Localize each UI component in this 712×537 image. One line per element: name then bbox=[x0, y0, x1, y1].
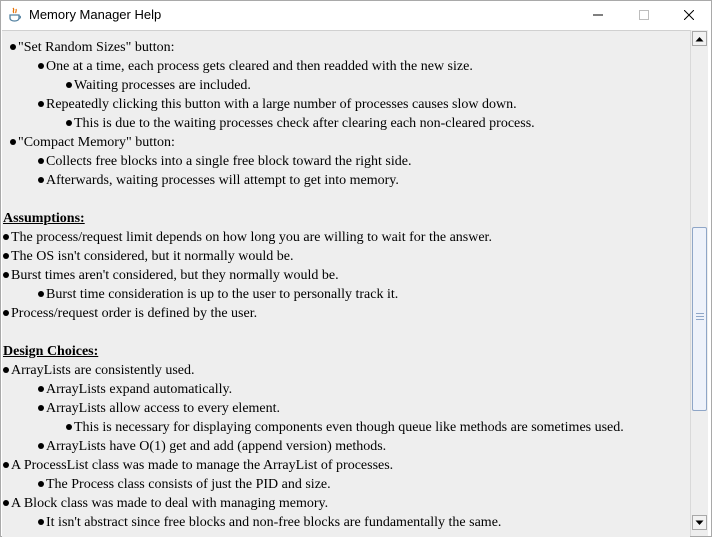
bullet-icon bbox=[3, 234, 9, 240]
help-line: One at a time, each process gets cleared… bbox=[38, 57, 473, 76]
help-text-area[interactable]: "Set Random Sizes" button: One at a time,… bbox=[2, 30, 690, 537]
line-text: Process/request order is defined by the … bbox=[11, 306, 258, 321]
line-text: The process/request limit depends on how… bbox=[11, 230, 492, 245]
line-text: ArrayLists expand automatically. bbox=[46, 382, 233, 397]
help-line: This is due to the waiting processes che… bbox=[66, 114, 535, 133]
maximize-button[interactable] bbox=[621, 1, 667, 29]
line-text: A ProcessList class was made to manage t… bbox=[11, 458, 394, 473]
java-cup-icon bbox=[9, 7, 22, 22]
line-text: This is due to the waiting processes che… bbox=[74, 116, 535, 131]
help-line: "Compact Memory" button: bbox=[10, 133, 175, 152]
line-text: "Set Random Sizes" button: bbox=[18, 40, 175, 55]
line-text: Burst times aren't considered, but they … bbox=[11, 268, 339, 283]
line-text: ArrayLists allow access to every element… bbox=[46, 401, 281, 416]
bullet-icon bbox=[3, 310, 9, 316]
bullet-icon bbox=[38, 386, 44, 392]
section-heading: Assumptions: bbox=[3, 209, 85, 228]
line-text: Collects free blocks into a single free … bbox=[46, 154, 412, 169]
bullet-icon bbox=[38, 63, 44, 69]
help-line: A Block class was made to deal with mana… bbox=[3, 494, 328, 513]
bullet-icon bbox=[3, 272, 9, 278]
bullet-icon bbox=[38, 443, 44, 449]
bullet-icon bbox=[66, 424, 72, 430]
help-line: The process/request limit depends on how… bbox=[3, 228, 492, 247]
scroll-up-button[interactable] bbox=[692, 31, 707, 46]
bullet-icon bbox=[38, 101, 44, 107]
help-line: Waiting processes are included. bbox=[66, 76, 251, 95]
bullet-icon bbox=[3, 253, 9, 259]
scroll-grip-line bbox=[696, 319, 704, 320]
maximize-icon bbox=[639, 10, 649, 20]
help-line: ArrayLists expand automatically. bbox=[38, 380, 232, 399]
section-heading: Design Choices: bbox=[3, 342, 98, 361]
scroll-grip-line bbox=[696, 316, 704, 317]
bullet-icon bbox=[38, 481, 44, 487]
bullet-icon bbox=[66, 82, 72, 88]
line-text: It isn't abstract since free blocks and … bbox=[46, 515, 502, 530]
line-text: Repeatedly clicking this button with a l… bbox=[46, 97, 517, 112]
help-line: The OS isn't considered, but it normally… bbox=[3, 247, 293, 266]
help-line: Burst times aren't considered, but they … bbox=[3, 266, 339, 285]
scroll-thumb[interactable] bbox=[692, 227, 707, 411]
line-text: ArrayLists are consistently used. bbox=[11, 363, 195, 378]
bullet-icon bbox=[38, 405, 44, 411]
bullet-icon bbox=[38, 519, 44, 525]
arrow-down-icon bbox=[695, 520, 704, 525]
heading-text: Assumptions: bbox=[3, 211, 85, 226]
line-text: "Compact Memory" button: bbox=[18, 135, 175, 150]
scroll-down-button[interactable] bbox=[692, 515, 707, 530]
help-line: Process/request order is defined by the … bbox=[3, 304, 257, 323]
help-window: Memory Manager Help "Set Random Sizes" b… bbox=[0, 0, 712, 537]
line-text: Burst time consideration is up to the us… bbox=[46, 287, 399, 302]
bullet-icon bbox=[38, 158, 44, 164]
line-text: Waiting processes are included. bbox=[74, 78, 251, 93]
close-button[interactable] bbox=[666, 1, 712, 29]
line-text: The OS isn't considered, but it normally… bbox=[11, 249, 294, 264]
bullet-icon bbox=[66, 120, 72, 126]
line-text: ArrayLists have O(1) get and add (append… bbox=[46, 439, 387, 454]
line-text: A Block class was made to deal with mana… bbox=[11, 496, 329, 511]
help-line: "Set Random Sizes" button: bbox=[10, 38, 174, 57]
bullet-icon bbox=[3, 462, 9, 468]
help-line: ArrayLists allow access to every element… bbox=[38, 399, 280, 418]
close-icon bbox=[684, 10, 694, 20]
bullet-icon bbox=[38, 177, 44, 183]
bullet-icon bbox=[3, 500, 9, 506]
line-text: The Process class consists of just the P… bbox=[46, 477, 331, 492]
line-text: Afterwards, waiting processes will attem… bbox=[46, 173, 399, 188]
help-line: ArrayLists are consistently used. bbox=[3, 361, 195, 380]
line-text: One at a time, each process gets cleared… bbox=[46, 59, 473, 74]
help-line: Burst time consideration is up to the us… bbox=[38, 285, 398, 304]
help-line: Afterwards, waiting processes will attem… bbox=[38, 171, 399, 190]
help-line: ArrayLists have O(1) get and add (append… bbox=[38, 437, 386, 456]
bullet-icon bbox=[3, 367, 9, 373]
title-bar[interactable]: Memory Manager Help bbox=[1, 1, 711, 29]
help-line: It isn't abstract since free blocks and … bbox=[38, 513, 501, 532]
scroll-grip-line bbox=[696, 313, 704, 314]
help-line: A ProcessList class was made to manage t… bbox=[3, 456, 393, 475]
arrow-up-icon bbox=[695, 36, 704, 41]
help-line: Collects free blocks into a single free … bbox=[38, 152, 411, 171]
vertical-scrollbar[interactable] bbox=[690, 30, 708, 536]
heading-text: Design Choices: bbox=[3, 344, 99, 359]
line-text: This is necessary for displaying compone… bbox=[74, 420, 624, 435]
help-line: Repeatedly clicking this button with a l… bbox=[38, 95, 517, 114]
window-title: Memory Manager Help bbox=[29, 7, 162, 22]
bullet-icon bbox=[38, 291, 44, 297]
bullet-icon bbox=[10, 44, 16, 50]
bullet-icon bbox=[10, 139, 16, 145]
help-line: The Process class consists of just the P… bbox=[38, 475, 331, 494]
help-line: This is necessary for displaying compone… bbox=[66, 418, 624, 437]
minimize-icon bbox=[593, 14, 603, 16]
minimize-button[interactable] bbox=[575, 1, 621, 29]
